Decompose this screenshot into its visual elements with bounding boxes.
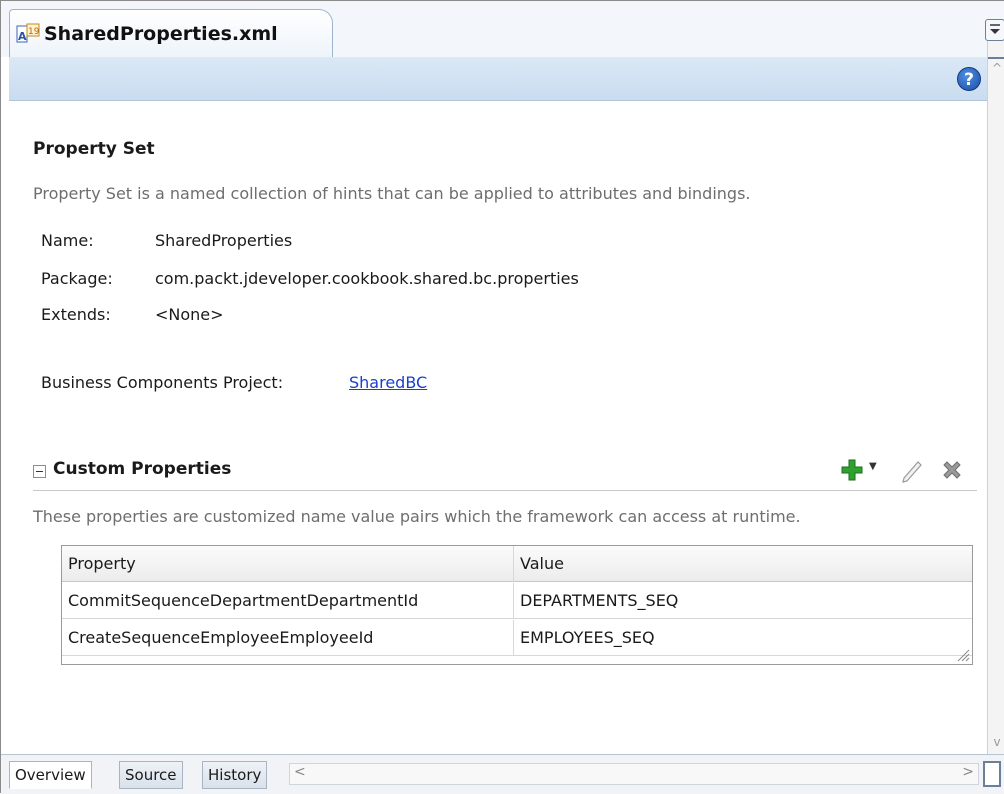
table-header-row: Property Value xyxy=(62,546,972,582)
tab-overview[interactable]: Overview xyxy=(9,761,92,789)
business-components-project-label: Business Components Project: xyxy=(41,373,284,392)
sharedbc-project-link[interactable]: SharedBC xyxy=(349,373,427,392)
table-row[interactable]: CommitSequenceDepartmentDepartmentId DEP… xyxy=(62,583,972,619)
table-cell-property[interactable]: CreateSequenceEmployeeEmployeeId xyxy=(62,620,514,656)
package-value: com.packt.jdeveloper.cookbook.shared.bc.… xyxy=(155,269,579,288)
table-row[interactable]: CreateSequenceEmployeeEmployeeId EMPLOYE… xyxy=(62,620,972,656)
resize-grip-icon[interactable] xyxy=(954,646,970,662)
scrollbar-top-cap xyxy=(988,41,1004,59)
editor-tab-title: SharedProperties.xml xyxy=(44,22,278,45)
extends-value: <None> xyxy=(155,305,224,324)
table-cell-property[interactable]: CommitSequenceDepartmentDepartmentId xyxy=(62,583,514,619)
svg-text:19: 19 xyxy=(28,27,40,37)
editor-bottom-tabs: Overview Source History < > xyxy=(1,754,1004,794)
property-set-description: Property Set is a named collection of hi… xyxy=(33,184,751,203)
editor-tab-strip: A 19 SharedProperties.xml xyxy=(1,1,1004,57)
name-label: Name: xyxy=(41,231,94,250)
svg-text:A: A xyxy=(18,30,27,43)
tab-source[interactable]: Source xyxy=(119,761,183,789)
table-cell-value[interactable]: EMPLOYEES_SEQ xyxy=(514,620,972,656)
extends-label: Extends: xyxy=(41,305,111,324)
scroll-down-arrow-icon[interactable]: v xyxy=(990,735,1004,751)
tab-list-dropdown-button[interactable] xyxy=(985,19,1004,41)
add-dropdown-arrow-icon[interactable]: ▼ xyxy=(869,461,877,472)
custom-properties-description: These properties are customized name val… xyxy=(33,507,801,526)
editor-toolbar: ? xyxy=(9,57,987,101)
scroll-up-arrow-icon[interactable]: ^ xyxy=(990,61,1004,77)
scroll-left-arrow-icon[interactable]: < xyxy=(294,764,306,780)
delete-icon[interactable] xyxy=(939,457,965,483)
horizontal-scrollbar[interactable]: < > xyxy=(289,763,979,785)
collapse-toggle-icon[interactable] xyxy=(33,465,46,478)
package-label: Package: xyxy=(41,269,113,288)
column-header-property[interactable]: Property xyxy=(62,546,514,582)
chevron-down-icon xyxy=(990,24,1000,34)
edit-icon[interactable] xyxy=(899,457,925,483)
help-icon[interactable]: ? xyxy=(957,67,981,91)
vertical-scrollbar[interactable]: ^ v xyxy=(987,41,1004,754)
custom-properties-title: Custom Properties xyxy=(53,459,232,479)
editor-tab-sharedproperties[interactable]: A 19 SharedProperties.xml xyxy=(9,9,333,57)
split-editor-corner[interactable] xyxy=(983,761,1001,787)
add-icon[interactable] xyxy=(839,457,865,483)
tab-history[interactable]: History xyxy=(202,761,268,789)
custom-properties-header: Custom Properties ▼ xyxy=(33,455,977,491)
name-value: SharedProperties xyxy=(155,231,293,250)
scroll-right-arrow-icon[interactable]: > xyxy=(962,764,974,780)
table-cell-value[interactable]: DEPARTMENTS_SEQ xyxy=(514,583,972,619)
property-set-title: Property Set xyxy=(33,139,155,159)
custom-properties-table[interactable]: Property Value CommitSequenceDepartmentD… xyxy=(61,545,973,665)
column-header-value[interactable]: Value xyxy=(514,546,972,582)
editor-window: A 19 SharedProperties.xml ? ^ v Property… xyxy=(0,0,1004,794)
xml-file-icon: A 19 xyxy=(16,23,40,43)
